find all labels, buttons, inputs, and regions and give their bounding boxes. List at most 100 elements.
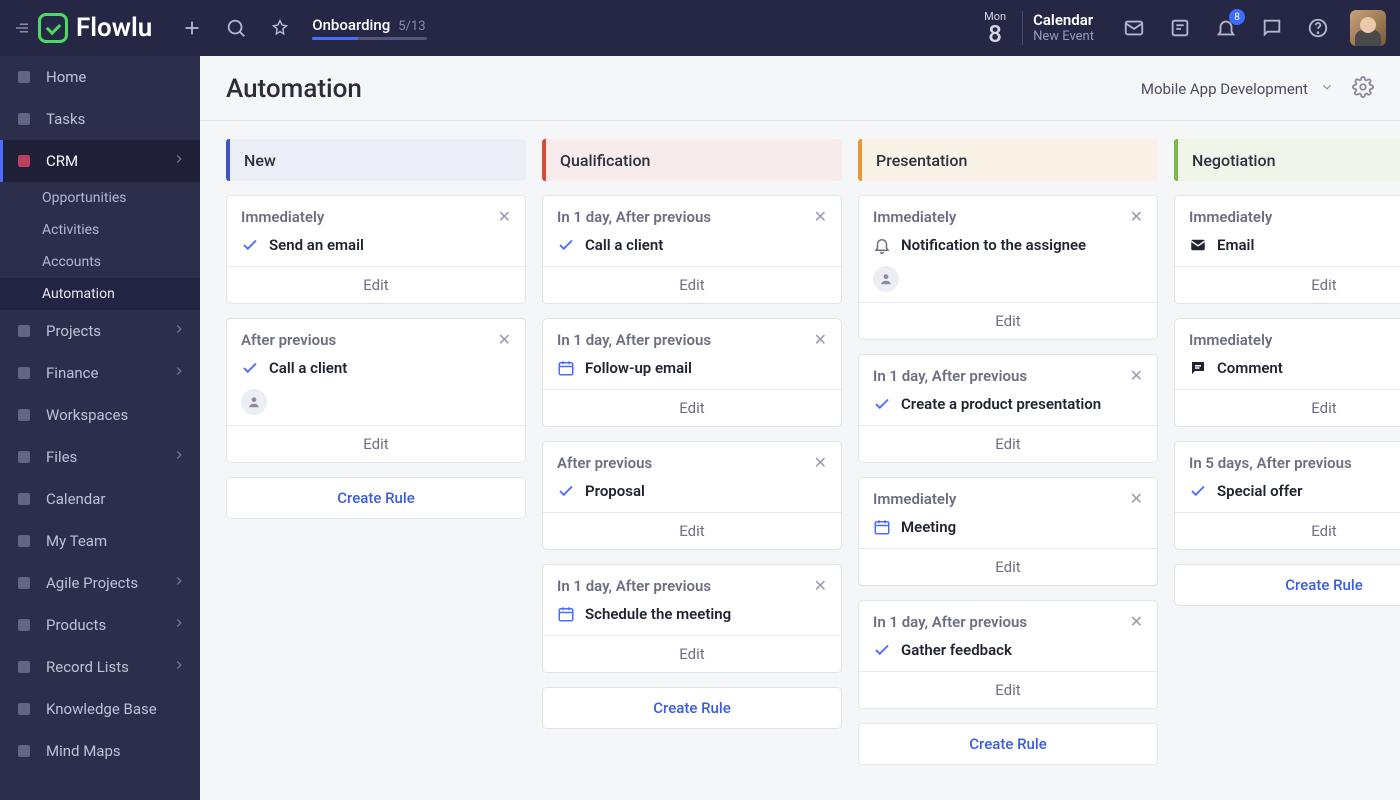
sidebar-item-crm[interactable]: CRM	[0, 140, 200, 182]
sidebar-item-label: CRM	[46, 152, 160, 170]
edit-button[interactable]: Edit	[543, 512, 841, 549]
card-timing: After previous	[557, 454, 814, 472]
products-icon	[14, 615, 34, 635]
sidebar-item-mindmaps[interactable]: Mind Maps	[0, 730, 200, 772]
close-icon[interactable]: ✕	[498, 330, 511, 349]
inbox-icon[interactable]	[1112, 6, 1156, 50]
chevron-right-icon	[172, 658, 186, 676]
card-action: Send an email	[269, 236, 364, 254]
sidebar-item-files[interactable]: Files	[0, 436, 200, 478]
edit-button[interactable]: Edit	[543, 389, 841, 426]
edit-button[interactable]: Edit	[1175, 266, 1400, 303]
brand-logo[interactable]: Flowlu	[38, 13, 152, 43]
edit-button[interactable]: Edit	[859, 425, 1157, 462]
onboarding-progress-bar	[312, 37, 427, 40]
help-icon[interactable]	[1296, 6, 1340, 50]
close-icon[interactable]: ✕	[814, 453, 827, 472]
column-new: NewImmediately✕Send an emailEditAfter pr…	[226, 139, 526, 782]
chevron-down-icon	[1320, 80, 1334, 98]
close-icon[interactable]: ✕	[498, 207, 511, 226]
bell-icon	[873, 236, 891, 254]
sidebar-item-home[interactable]: Home	[0, 56, 200, 98]
automation-card: Immediately✕Send an emailEdit	[226, 195, 526, 304]
comment-icon	[1189, 359, 1207, 377]
assignee-avatar[interactable]	[241, 389, 267, 415]
sidebar-item-label: Tasks	[46, 110, 186, 128]
sidebar-subitem-accounts[interactable]: Accounts	[0, 246, 200, 278]
card-timing: Immediately	[873, 208, 1130, 226]
card-action: Gather feedback	[901, 641, 1012, 659]
mindmaps-icon	[14, 741, 34, 761]
close-icon[interactable]: ✕	[814, 207, 827, 226]
edit-button[interactable]: Edit	[859, 302, 1157, 339]
automation-card: In 1 day, After previous✕Call a clientEd…	[542, 195, 842, 304]
hamburger-menu-icon[interactable]	[8, 19, 36, 37]
edit-button[interactable]: Edit	[543, 635, 841, 672]
assignee-avatar[interactable]	[873, 266, 899, 292]
automation-card: In 5 days, After previous✕Special offerE…	[1174, 441, 1400, 550]
sidebar-item-workspaces[interactable]: Workspaces	[0, 394, 200, 436]
check-icon	[241, 359, 259, 377]
sidebar-subitem-activities[interactable]: Activities	[0, 214, 200, 246]
sidebar-item-agile[interactable]: Agile Projects	[0, 562, 200, 604]
sidebar-item-kb[interactable]: Knowledge Base	[0, 688, 200, 730]
content-area: Automation Mobile App Development NewImm…	[200, 56, 1400, 800]
add-button[interactable]	[170, 6, 214, 50]
sidebar-item-finance[interactable]: Finance	[0, 352, 200, 394]
edit-button[interactable]: Edit	[1175, 389, 1400, 426]
chevron-right-icon	[172, 616, 186, 634]
sidebar-subitem-automation[interactable]: Automation	[0, 278, 200, 310]
pin-button[interactable]	[258, 6, 302, 50]
close-icon[interactable]: ✕	[1130, 207, 1143, 226]
card-action: Notification to the assignee	[901, 236, 1086, 254]
chat-icon[interactable]	[1250, 6, 1294, 50]
edit-button[interactable]: Edit	[227, 266, 525, 303]
close-icon[interactable]: ✕	[814, 576, 827, 595]
onboarding-progress[interactable]: Onboarding 5/13	[312, 16, 427, 40]
create-rule-button[interactable]: Create Rule	[858, 723, 1158, 765]
notes-icon[interactable]	[1158, 6, 1202, 50]
automation-card: Immediately✕ Notification to the assignee…	[858, 195, 1158, 340]
sidebar-item-label: Home	[46, 68, 186, 86]
sidebar-item-label: Finance	[46, 364, 160, 382]
sidebar-item-products[interactable]: Products	[0, 604, 200, 646]
edit-button[interactable]: Edit	[227, 425, 525, 462]
close-icon[interactable]: ✕	[1130, 489, 1143, 508]
card-timing: After previous	[241, 331, 498, 349]
automation-card: Immediately✕CommentEdit	[1174, 318, 1400, 427]
new-event-link[interactable]: New Event	[1033, 29, 1094, 45]
create-rule-button[interactable]: Create Rule	[226, 477, 526, 519]
edit-button[interactable]: Edit	[859, 548, 1157, 585]
user-avatar[interactable]	[1350, 10, 1386, 46]
close-icon[interactable]: ✕	[1130, 612, 1143, 631]
sidebar-item-records[interactable]: Record Lists	[0, 646, 200, 688]
close-icon[interactable]: ✕	[1130, 366, 1143, 385]
brand-name: Flowlu	[76, 13, 152, 43]
chevron-right-icon	[172, 574, 186, 592]
sidebar-item-label: Workspaces	[46, 406, 186, 424]
column-negotiation: NegotiationImmediately✕EmailEditImmediat…	[1174, 139, 1400, 782]
notifications-icon[interactable]: 8	[1204, 6, 1248, 50]
settings-button[interactable]	[1352, 76, 1374, 102]
create-rule-button[interactable]: Create Rule	[542, 687, 842, 729]
sidebar-subitem-opportunities[interactable]: Opportunities	[0, 182, 200, 214]
search-button[interactable]	[214, 6, 258, 50]
card-timing: Immediately	[1189, 208, 1400, 226]
date-widget[interactable]: Mon 8	[984, 11, 1006, 46]
sidebar-item-label: Knowledge Base	[46, 700, 186, 718]
create-rule-button[interactable]: Create Rule	[1174, 564, 1400, 606]
edit-button[interactable]: Edit	[1175, 512, 1400, 549]
sidebar-item-myteam[interactable]: My Team	[0, 520, 200, 562]
edit-button[interactable]: Edit	[859, 671, 1157, 708]
sidebar-item-label: Record Lists	[46, 658, 160, 676]
tasks-icon	[14, 109, 34, 129]
calendar-widget[interactable]: Calendar New Event	[1033, 11, 1094, 46]
project-select[interactable]: Mobile App Development	[1141, 80, 1352, 98]
sidebar-item-calendar[interactable]: Calendar	[0, 478, 200, 520]
close-icon[interactable]: ✕	[814, 330, 827, 349]
calendar-icon	[14, 489, 34, 509]
sidebar-item-tasks[interactable]: Tasks	[0, 98, 200, 140]
sidebar-item-projects[interactable]: Projects	[0, 310, 200, 352]
edit-button[interactable]: Edit	[543, 266, 841, 303]
calendar-label: Calendar	[1033, 11, 1094, 30]
